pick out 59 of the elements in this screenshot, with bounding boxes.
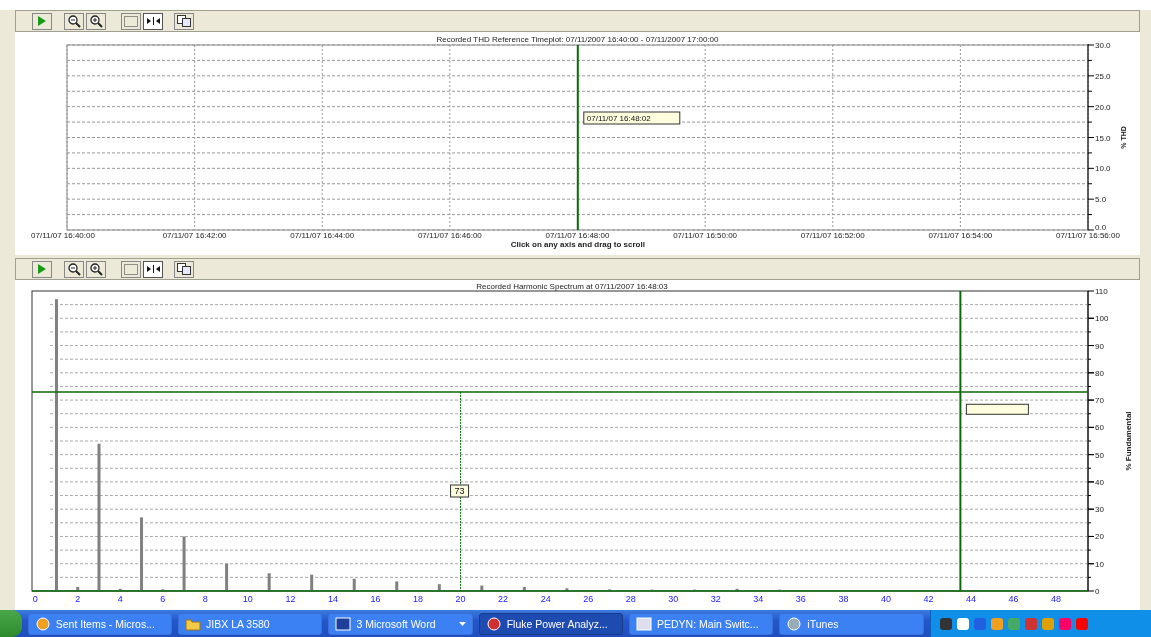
tick-label: 60 [1095,423,1104,433]
tick-label: 10.0 [1095,164,1111,174]
tick-label: 8 [202,594,208,603]
tick-label: 07/11/07 16:56:00 [1056,231,1120,240]
tick-label: 07/11/07 16:40:00 [31,231,95,240]
tick-label: 07/11/07 16:46:00 [417,231,482,240]
tick-label: 24 [540,594,551,603]
tick-label: 0 [1095,587,1100,596]
tick-label: 30 [668,594,679,603]
tick-label: 40 [880,594,891,603]
tick-label: 10 [1095,559,1104,569]
tick-label: 46 [1008,594,1019,603]
cursor-tooltip: 73 [450,484,470,498]
tick-label: 28 [625,594,636,603]
cursor-tooltip: 07/11/07 16:48:02 [583,111,681,125]
tick-label: 07/11/07 16:50:00 [673,231,738,240]
tick-label: 70 [1095,396,1104,406]
tick-label: 22 [498,594,509,603]
chart-title: Recorded THD Reference Timeplot: 07/11/2007 16:40:00 - 07/11/2007 17:00:00 [436,35,719,44]
tick-label: 50 [1095,450,1104,460]
tick-label: 36 [795,594,806,603]
tick-label: 07/11/07 16:54:00 [928,231,993,240]
tick-label: 07/11/07 16:52:00 [800,231,865,240]
tick-label: 6 [160,594,166,603]
tick-label: 12 [285,594,296,603]
tick-label: 5.0 [1095,195,1107,205]
tick-label: 14 [327,594,338,603]
tick-label: 4 [117,594,123,603]
tick-label: 15.0 [1095,133,1111,143]
tick-label: 30 [1095,505,1104,515]
tick-label: 20.0 [1095,102,1111,112]
tick-label: 07/11/07 16:42:00 [162,231,227,240]
scroll-hint: Click on any axis and drag to scroll [510,240,645,249]
tick-label: 110 [1095,287,1108,296]
tick-label: 16 [370,594,381,603]
tick-label: 18 [413,594,424,603]
tick-label: 25.0 [1095,71,1111,81]
tick-label: 38 [838,594,849,603]
axis-label: % Fundamental [1124,411,1133,471]
tick-label: 2 [75,594,81,603]
tick-label: 10 [242,594,253,603]
tick-label: 30.0 [1095,41,1111,50]
tick-label: 20 [455,594,466,603]
tick-label: 34 [753,594,764,603]
tick-label: 44 [966,594,977,603]
tick-label: 32 [710,594,721,603]
tick-label: 07/11/07 16:48:00 [545,231,610,240]
tick-label: 07/11/07 16:44:00 [290,231,355,240]
tick-label: 48 [1051,594,1062,603]
tick-label: 80 [1095,368,1104,378]
tick-label: 42 [923,594,934,603]
tick-label: 100 [1095,314,1109,324]
chart-title: Recorded Harmonic Spectrum at 07/11/2007 16:48:03 [476,282,668,291]
tick-label: 0 [32,594,38,603]
tick-label: 0.0 [1095,223,1107,232]
tick-label: 40 [1095,477,1104,487]
tick-label: 20 [1095,532,1104,542]
tick-label: 26 [583,594,594,603]
tick-label: 90 [1095,341,1104,351]
